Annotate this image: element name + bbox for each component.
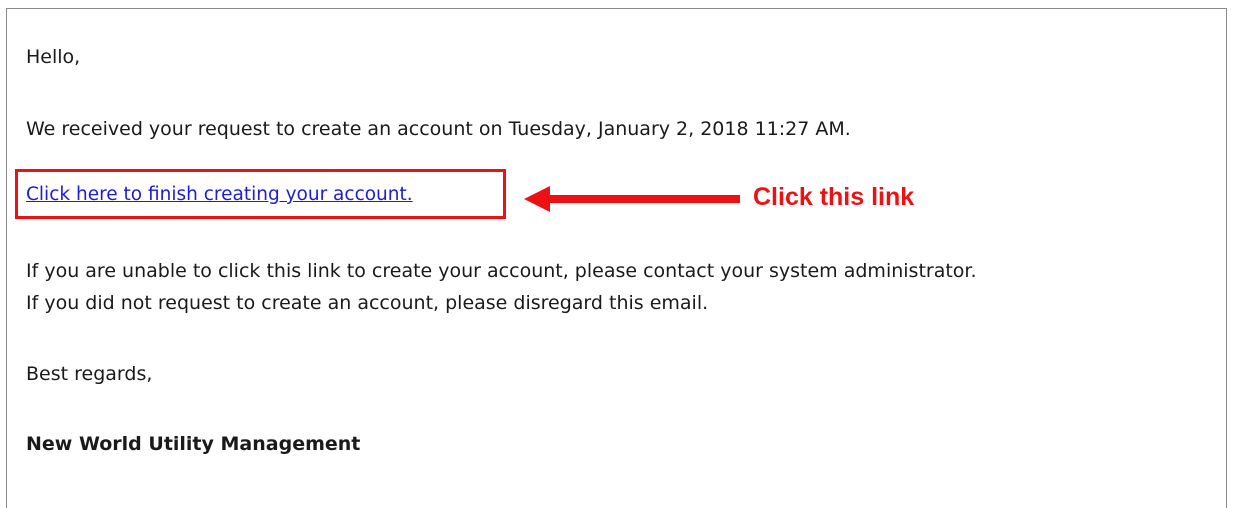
closing-text: Best regards, (26, 363, 153, 385)
signature-text: New World Utility Management (26, 433, 361, 455)
disregard-text: If you did not request to create an acco… (26, 292, 709, 314)
click-this-link-callout: Click this link (753, 183, 915, 211)
received-text: We received your request to create an ac… (26, 118, 851, 140)
finish-account-link[interactable]: Click here to finish creating your accou… (26, 183, 413, 207)
unable-text: If you are unable to click this link to … (26, 260, 977, 282)
greeting-text: Hello, (26, 46, 81, 68)
left-arrow-icon (524, 186, 740, 212)
